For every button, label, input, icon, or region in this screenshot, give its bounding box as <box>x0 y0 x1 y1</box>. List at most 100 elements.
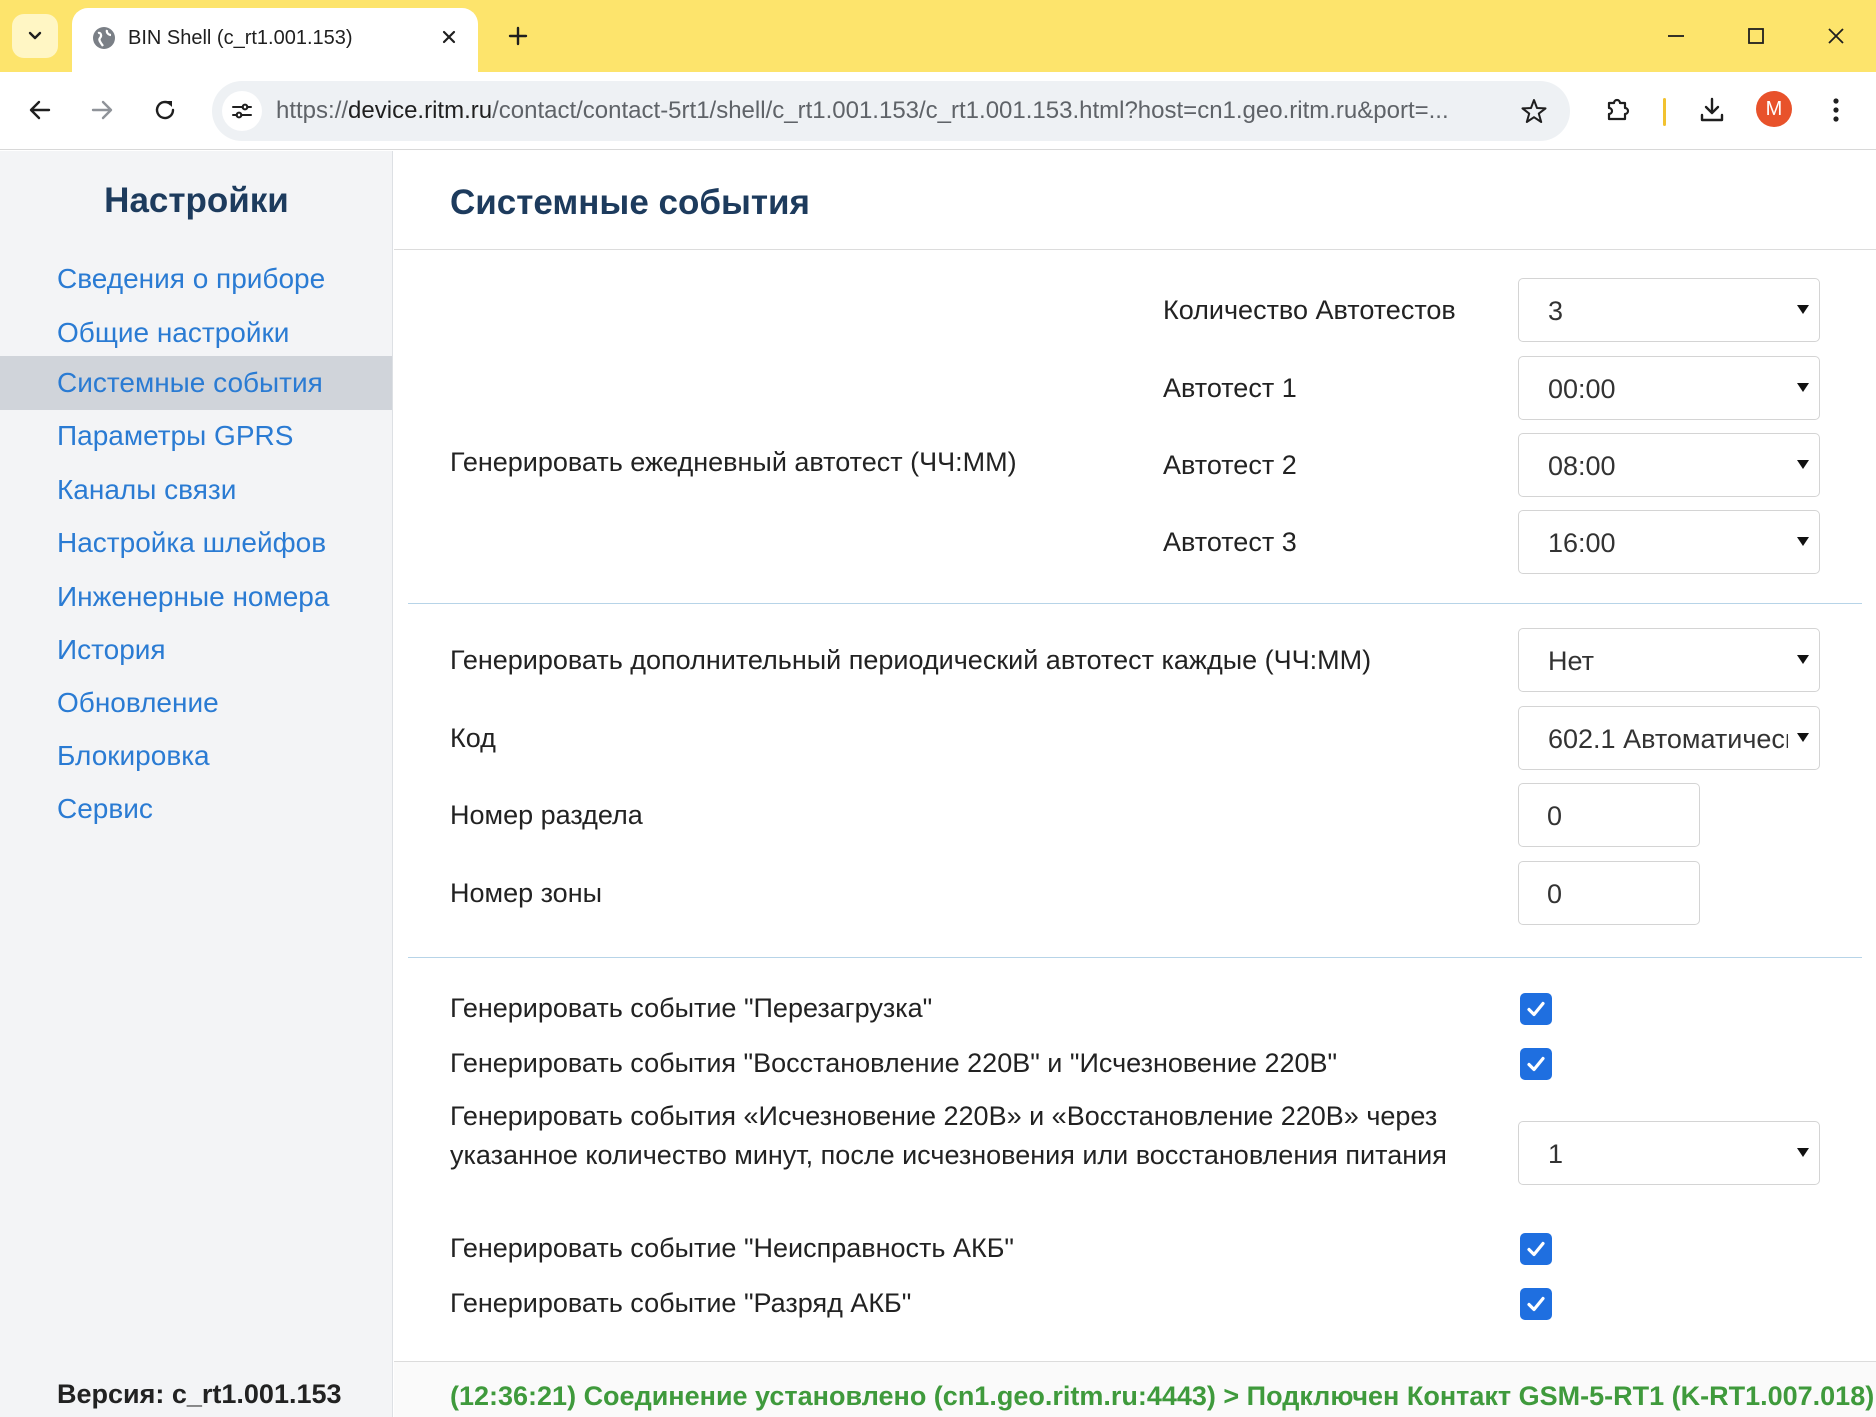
partition-number-input[interactable]: 0 <box>1518 783 1700 847</box>
tab-close-button[interactable] <box>434 22 464 52</box>
partition-number-value: 0 <box>1547 801 1563 831</box>
globe-icon <box>93 27 115 49</box>
browser-tab-strip: BIN Shell (c_rt1.001.153) <box>0 0 1876 72</box>
periodic-autotest-label: Генерировать дополнительный периодически… <box>450 645 1372 675</box>
reload-icon <box>155 100 175 120</box>
settings-sidebar: Настройки Сведения о приборе Общие настр… <box>0 151 393 1417</box>
sidebar-item-service[interactable]: Сервис <box>0 782 392 836</box>
sidebar-item-channels[interactable]: Каналы связи <box>0 463 392 517</box>
connection-status: (12:36:21) Соединение установлено (cn1.g… <box>450 1381 1875 1411</box>
caret-down-icon <box>1797 655 1809 664</box>
url-host: device.ritm.ru <box>348 97 493 124</box>
section-divider <box>408 603 1862 604</box>
extensions-button[interactable] <box>1596 88 1640 132</box>
connection-status-bar: (12:36:21) Соединение установлено (cn1.g… <box>394 1361 1876 1417</box>
new-tab-button[interactable] <box>496 14 540 58</box>
sidebar-item-engineer-numbers[interactable]: Инженерные номера <box>0 570 392 624</box>
sidebar-item-gprs[interactable]: Параметры GPRS <box>0 409 392 463</box>
tab-search-button[interactable] <box>12 14 58 58</box>
caret-down-icon <box>1797 1148 1809 1157</box>
bookmark-button[interactable] <box>1516 93 1552 129</box>
caret-down-icon <box>1797 383 1809 392</box>
browser-tab[interactable]: BIN Shell (c_rt1.001.153) <box>72 8 478 72</box>
page-title: Системные события <box>450 183 810 222</box>
puzzle-icon <box>1607 98 1630 121</box>
maximize-button[interactable] <box>1732 14 1780 58</box>
battery-low-checkbox[interactable] <box>1520 1288 1552 1320</box>
power-delay-select[interactable]: 1 <box>1518 1121 1820 1185</box>
periodic-autotest-value: Нет <box>1548 646 1594 676</box>
power-delay-label: Генерировать события «Исчезновение 220В»… <box>450 1101 1447 1170</box>
sidebar-item-loops[interactable]: Настройка шлейфов <box>0 516 392 570</box>
battery-fault-label: Генерировать событие "Неисправность АКБ" <box>450 1233 1015 1263</box>
battery-fault-checkbox[interactable] <box>1520 1233 1552 1265</box>
maximize-icon <box>1748 28 1764 44</box>
minimize-button[interactable] <box>1652 14 1700 58</box>
sidebar-item-device-info[interactable]: Сведения о приборе <box>0 252 392 306</box>
zone-number-label: Номер зоны <box>450 878 603 908</box>
autotest-count-value: 3 <box>1548 296 1564 326</box>
url-path: /contact/contact-5rt1/shell/c_rt1.001.15… <box>492 97 1449 124</box>
address-bar[interactable]: https://device.ritm.ru/contact/contact-5… <box>212 81 1570 141</box>
download-icon <box>1700 97 1724 122</box>
sidebar-item-update[interactable]: Обновление <box>0 676 392 730</box>
code-label: Код <box>450 723 496 753</box>
sidebar-title: Настройки <box>104 181 289 220</box>
code-select[interactable]: 602.1 Автоматический тест <box>1518 706 1820 770</box>
caret-down-icon <box>1797 537 1809 546</box>
close-window-button[interactable] <box>1812 14 1860 58</box>
url-scheme: https:// <box>276 97 349 124</box>
autotest-1-value: 00:00 <box>1548 374 1616 404</box>
autotest-count-label: Количество Автотестов <box>1163 295 1456 325</box>
daily-autotest-label: Генерировать ежедневный автотест (ЧЧ:ММ) <box>450 447 1017 477</box>
back-arrow-icon <box>29 100 51 120</box>
autotest-3-label: Автотест 3 <box>1163 527 1297 557</box>
back-button[interactable] <box>18 88 62 132</box>
battery-low-label: Генерировать событие "Разряд АКБ" <box>450 1288 912 1318</box>
sidebar-item-lock[interactable]: Блокировка <box>0 729 392 783</box>
partition-number-label: Номер раздела <box>450 800 643 830</box>
power-events-checkbox[interactable] <box>1520 1048 1552 1080</box>
power-events-label: Генерировать события "Восстановление 220… <box>450 1048 1338 1078</box>
autotest-3-value: 16:00 <box>1548 528 1616 558</box>
star-icon <box>1521 99 1547 123</box>
reboot-event-checkbox[interactable] <box>1520 993 1552 1025</box>
downloads-button[interactable] <box>1690 88 1734 132</box>
code-value: 602.1 Автоматический тест <box>1548 724 1788 754</box>
autotest-1-label: Автотест 1 <box>1163 373 1297 403</box>
tune-icon <box>232 103 252 119</box>
checkmark-icon <box>1527 1241 1545 1257</box>
power-delay-value: 1 <box>1548 1139 1564 1169</box>
sidebar-item-history[interactable]: История <box>0 623 392 677</box>
autotest-2-value: 08:00 <box>1548 451 1616 481</box>
reload-button[interactable] <box>143 88 187 132</box>
forward-arrow-icon <box>91 100 113 120</box>
checkmark-icon <box>1527 1296 1545 1312</box>
site-info-button[interactable] <box>222 91 262 131</box>
checkmark-icon <box>1527 1056 1545 1072</box>
forward-button[interactable] <box>80 88 124 132</box>
zone-number-value: 0 <box>1547 879 1563 909</box>
checkmark-icon <box>1527 1001 1545 1017</box>
caret-down-icon <box>1797 460 1809 469</box>
sidebar-item-general-settings[interactable]: Общие настройки <box>0 306 392 360</box>
periodic-autotest-select[interactable]: Нет <box>1518 628 1820 692</box>
profile-avatar[interactable]: M <box>1756 91 1792 127</box>
autotest-1-select[interactable]: 00:00 <box>1518 356 1820 420</box>
plus-icon <box>508 26 528 46</box>
autotest-2-select[interactable]: 08:00 <box>1518 433 1820 497</box>
title-divider <box>394 249 1876 250</box>
url-text: https://device.ritm.ru/contact/contact-5… <box>276 97 1496 125</box>
close-icon <box>1828 28 1844 44</box>
browser-toolbar: https://device.ritm.ru/contact/contact-5… <box>0 72 1876 150</box>
autotest-3-select[interactable]: 16:00 <box>1518 510 1820 574</box>
browser-menu-button[interactable] <box>1814 88 1858 132</box>
caret-down-icon <box>1797 305 1809 314</box>
firmware-version: Версия: c_rt1.001.153 <box>57 1379 342 1409</box>
kebab-menu-icon <box>1833 98 1839 122</box>
close-icon <box>442 30 456 44</box>
autotest-count-select[interactable]: 3 <box>1518 278 1820 342</box>
main-panel: Системные события Генерировать ежедневны… <box>394 151 1876 1417</box>
sidebar-item-system-events[interactable]: Системные события <box>0 356 392 410</box>
zone-number-input[interactable]: 0 <box>1518 861 1700 925</box>
